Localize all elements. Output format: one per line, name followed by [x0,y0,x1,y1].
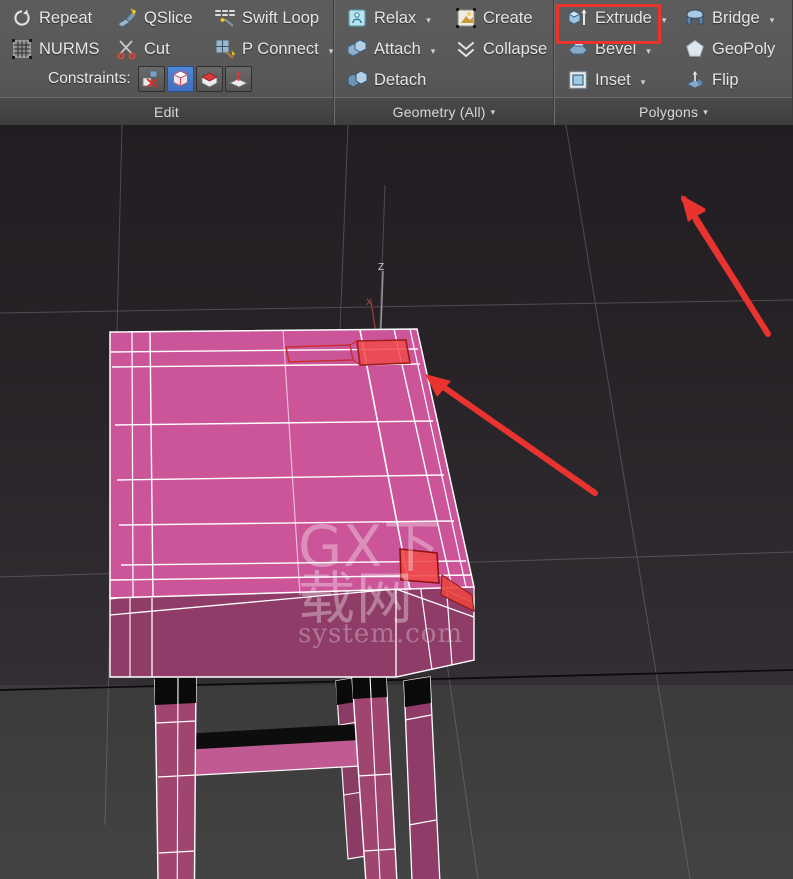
relax-icon [346,7,368,29]
swift-loop-icon [214,7,236,29]
qslice-icon [116,7,138,29]
inset-icon [567,69,589,91]
create-icon [455,7,477,29]
bevel-label: Bevel [595,39,637,58]
attach-icon [346,38,368,60]
constraint-normal-icon [228,71,248,88]
qslice-button[interactable]: QSlice [113,6,196,30]
repeat-button[interactable]: Repeat [8,6,95,30]
stool-mesh [109,328,475,879]
ribbon-panel-polygons: Extrude ▾ Bridge ▾ Bevel ▾ GeoPoly Inset… [554,0,793,125]
selected-polygon-side [399,548,440,584]
edit-panel-body: Repeat QSlice Swift Loop NURMS Cut P Con… [0,0,333,97]
inset-button[interactable]: Inset ▾ [564,68,648,92]
geopoly-icon [684,38,706,60]
chevron-down-icon[interactable]: ▾ [431,46,436,57]
annotation-arrow-to-extrude [681,195,771,337]
polygons-panel-title[interactable]: Polygons ▾ [555,97,792,125]
application-window: Repeat QSlice Swift Loop NURMS Cut P Con… [0,0,793,879]
chevron-down-icon[interactable]: ▾ [491,107,496,118]
constraint-edge-icon [172,70,189,87]
flip-icon [684,69,706,91]
collapse-button[interactable]: Collapse [452,37,550,61]
bridge-label: Bridge [712,8,760,27]
nurms-icon [11,38,33,60]
inset-label: Inset [595,70,631,89]
create-button[interactable]: Create [452,6,536,30]
bridge-button[interactable]: Bridge ▾ [681,6,777,30]
detach-button[interactable]: Detach [343,68,429,92]
chevron-down-icon[interactable]: ▾ [662,15,667,26]
constraint-face-button[interactable] [195,66,223,92]
viewport-scene: Z X Y [0,125,793,879]
p-connect-icon [214,38,236,60]
flip-label: Flip [712,70,739,89]
cut-button[interactable]: Cut [113,37,173,61]
viewport-3d[interactable]: Z X Y [0,125,793,879]
relax-button[interactable]: Relax ▾ [343,6,434,30]
chevron-down-icon[interactable]: ▾ [770,15,775,26]
extrude-button[interactable]: Extrude ▾ [564,6,669,30]
detach-icon [346,69,368,91]
nurms-label: NURMS [39,39,100,58]
ribbon-panel-geometry: Relax ▾ Create Attach ▾ Collapse Detach … [334,0,554,125]
extrude-icon [567,7,589,29]
constraint-none-icon [142,70,158,88]
gizmo-x-label: X [366,297,372,307]
swift-loop-label: Swift Loop [242,8,320,27]
constraints-button-group [137,66,252,92]
attach-label: Attach [374,39,421,58]
nurms-button[interactable]: NURMS [8,37,103,61]
create-label: Create [483,8,533,27]
edit-panel-title-label: Edit [154,103,179,120]
cut-icon [116,38,138,60]
chevron-down-icon[interactable]: ▾ [703,107,708,118]
qslice-label: QSlice [144,8,193,27]
collapse-label: Collapse [483,39,548,58]
repeat-icon [11,7,33,29]
constraints-row: Constraints: [48,66,252,92]
annotation-arrow-to-polygon [425,374,598,496]
chevron-down-icon[interactable]: ▾ [329,46,334,57]
collapse-icon [455,38,477,60]
cut-label: Cut [144,39,170,58]
geopoly-button[interactable]: GeoPoly [681,37,778,61]
constraint-none-button[interactable] [137,66,165,92]
bridge-icon [684,7,706,29]
attach-button[interactable]: Attach ▾ [343,37,438,61]
flip-button[interactable]: Flip [681,68,742,92]
chevron-down-icon[interactable]: ▾ [646,46,651,57]
polygons-panel-title-label: Polygons [639,103,699,120]
chevron-down-icon[interactable]: ▾ [426,15,431,26]
geometry-panel-title-label: Geometry (All) [392,103,486,120]
constraints-label: Constraints: [48,70,131,87]
constraint-face-icon [200,72,218,88]
ribbon-panel-edit: Repeat QSlice Swift Loop NURMS Cut P Con… [0,0,334,125]
swift-loop-button[interactable]: Swift Loop [211,6,322,30]
repeat-label: Repeat [39,8,93,27]
p-connect-label: P Connect [242,39,319,58]
stool-leg-far-right [403,676,441,879]
stool-leg-front-left [154,673,197,879]
constraint-edge-button[interactable] [166,66,194,92]
bevel-icon [567,38,589,60]
ribbon-toolbar: Repeat QSlice Swift Loop NURMS Cut P Con… [0,0,793,125]
chevron-down-icon[interactable]: ▾ [641,77,646,88]
geometry-panel-body: Relax ▾ Create Attach ▾ Collapse Detach [335,0,553,97]
constraint-normal-button[interactable] [224,66,252,92]
extrude-label: Extrude [595,8,652,27]
polygons-panel-body: Extrude ▾ Bridge ▾ Bevel ▾ GeoPoly Inset… [555,0,792,97]
bevel-button[interactable]: Bevel ▾ [564,37,654,61]
gizmo-z-label: Z [378,262,384,273]
edit-panel-title[interactable]: Edit [0,97,333,125]
detach-label: Detach [374,70,427,89]
selected-polygon-top [356,339,411,366]
geopoly-label: GeoPoly [712,39,776,58]
p-connect-button[interactable]: P Connect ▾ [211,37,336,61]
relax-label: Relax [374,8,417,27]
geometry-panel-title[interactable]: Geometry (All) ▾ [335,97,553,125]
